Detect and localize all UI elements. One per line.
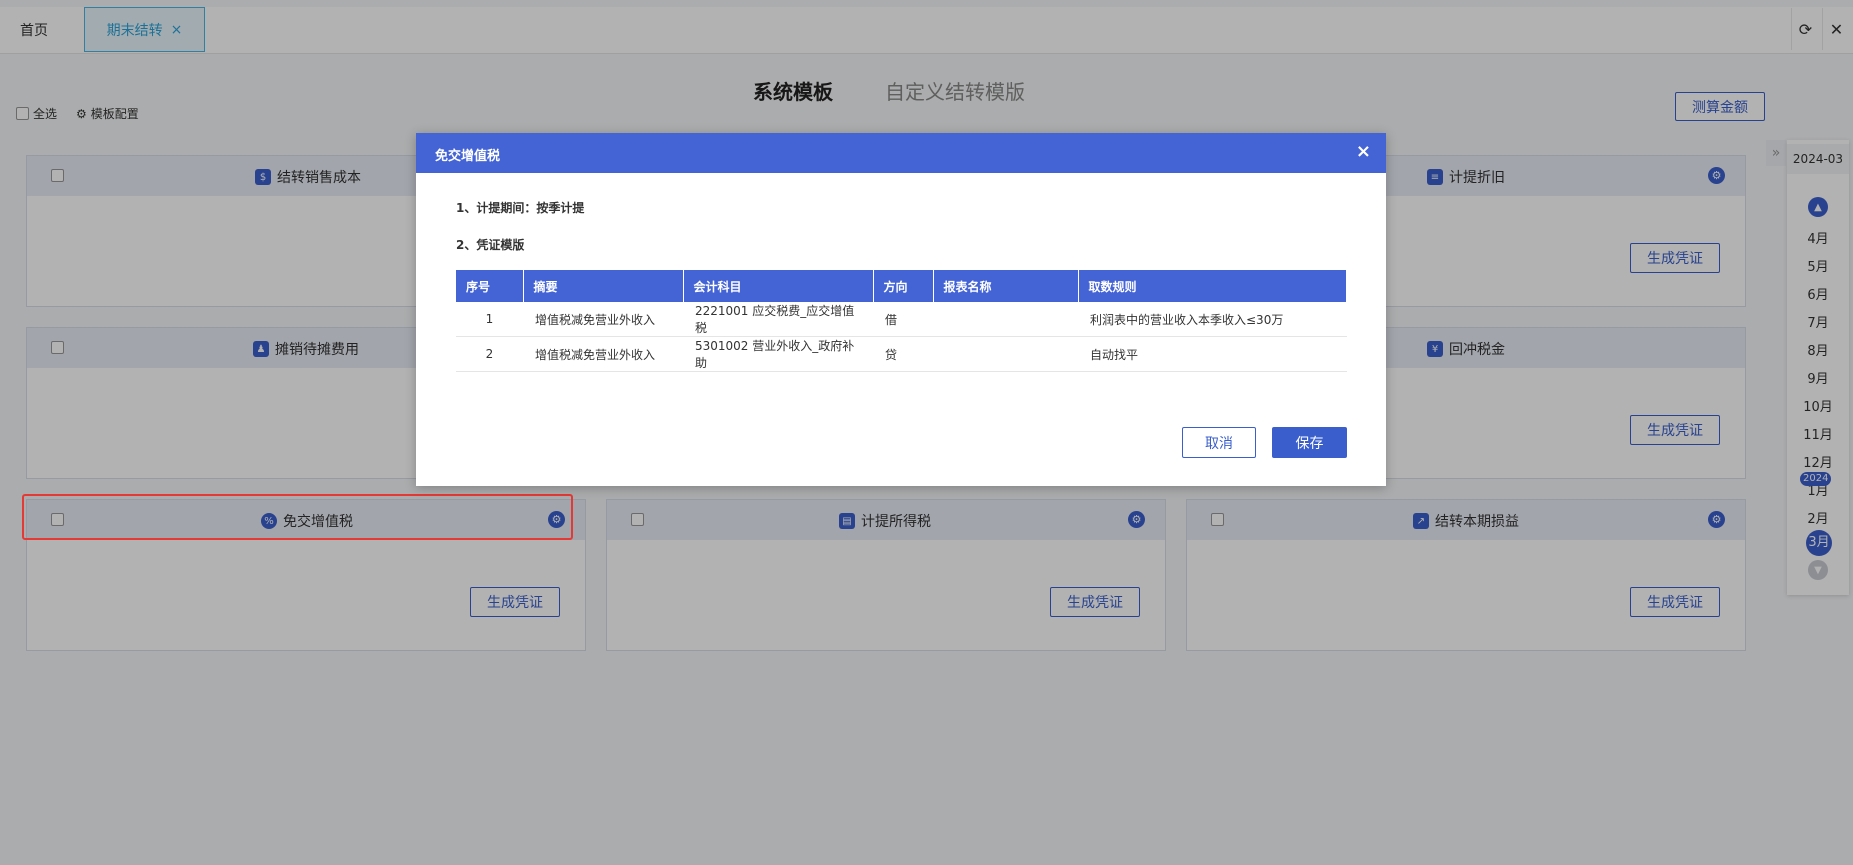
dialog-title: 免交增值税 <box>435 149 501 164</box>
column-header: 方向 <box>873 270 934 302</box>
vat-exempt-dialog: 免交增值税 × 1、计提期间：按季计提 2、凭证模版 序号 摘要 会计科目 方向… <box>416 133 1386 486</box>
dialog-header: 免交增值税 × <box>416 133 1386 173</box>
table-row: 2 增值税减免营业外收入 5301002 营业外收入_政府补助 贷 自动找平 <box>456 336 1347 372</box>
table-cell: 借 <box>873 302 933 337</box>
table-cell: 2 <box>456 336 523 372</box>
table-cell: 增值税减免营业外收入 <box>523 336 683 372</box>
table-cell <box>933 336 1078 372</box>
table-cell: 自动找平 <box>1078 336 1347 372</box>
accrual-period-text: 1、计提期间：按季计提 <box>456 201 585 215</box>
column-header: 序号 <box>456 270 524 302</box>
column-header: 摘要 <box>523 270 684 302</box>
highlight-box <box>22 494 573 540</box>
voucher-template-text: 2、凭证模版 <box>456 238 525 252</box>
table-cell: 增值税减免营业外收入 <box>523 302 683 337</box>
close-icon[interactable]: × <box>1356 141 1371 162</box>
voucher-template-table: 序号 摘要 会计科目 方向 报表名称 取数规则 1 增值税减免营业外收入 222… <box>456 270 1347 372</box>
save-button[interactable]: 保存 <box>1272 427 1347 458</box>
table-cell: 1 <box>456 302 523 337</box>
column-header: 报表名称 <box>933 270 1079 302</box>
table-cell: 5301002 营业外收入_政府补助 <box>683 336 873 372</box>
table-cell: 贷 <box>873 336 933 372</box>
column-header: 取数规则 <box>1078 270 1347 302</box>
table-cell <box>933 302 1078 337</box>
column-header: 会计科目 <box>683 270 874 302</box>
table-header-row: 序号 摘要 会计科目 方向 报表名称 取数规则 <box>456 270 1347 302</box>
table-cell: 利润表中的营业收入本季收入≤30万 <box>1078 302 1347 337</box>
table-cell: 2221001 应交税费_应交增值税 <box>683 302 873 337</box>
cancel-button[interactable]: 取消 <box>1182 427 1256 458</box>
table-row: 1 增值税减免营业外收入 2221001 应交税费_应交增值税 借 利润表中的营… <box>456 302 1347 337</box>
